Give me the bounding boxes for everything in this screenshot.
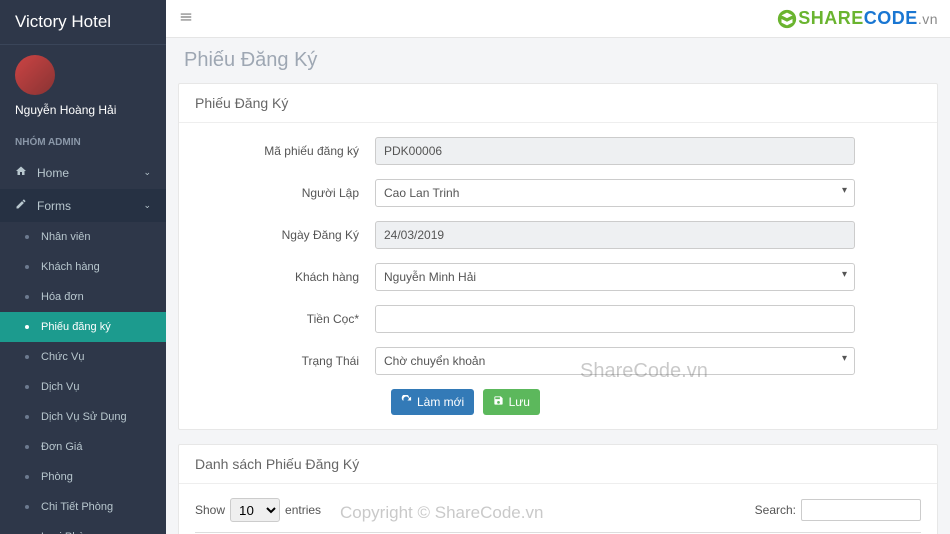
search-label: Search: <box>755 503 796 517</box>
sidebar-item-label: Phòng <box>41 471 73 483</box>
form-card-header: Phiếu Đăng Ký <box>179 84 937 123</box>
dot-icon <box>25 385 29 389</box>
form-card: Phiếu Đăng Ký Mã phiếu đăng ký Người Lập… <box>178 83 938 430</box>
khach-select[interactable] <box>375 263 855 291</box>
dot-icon <box>25 445 29 449</box>
form-row-nguoilap: Người Lập <box>195 179 921 207</box>
page-title: Phiếu Đăng Ký <box>166 38 950 83</box>
sidebar-item-home[interactable]: Home ⌄ <box>0 156 166 189</box>
main-area: SHARECODE.vn Phiếu Đăng Ký Phiếu Đăng Ký… <box>166 0 950 534</box>
dot-icon <box>25 265 29 269</box>
form-label: Người Lập <box>195 186 375 200</box>
sidebar-item-label: Dịch Vụ <box>41 381 80 393</box>
form-card-body: Mã phiếu đăng ký Người Lập Ngày Đăng Ký … <box>179 123 937 429</box>
sidebar-item-forms[interactable]: Forms ⌄ <box>0 189 166 222</box>
dot-icon <box>25 415 29 419</box>
button-label: Lưu <box>509 395 530 409</box>
sidebar-item-label: Phiếu đăng ký <box>41 321 111 333</box>
sidebar-item-chucvu[interactable]: Chức Vụ <box>0 342 166 372</box>
dot-icon <box>25 475 29 479</box>
sidebar-item-label: Khách hàng <box>41 261 100 273</box>
sidebar-item-dongia[interactable]: Đơn Giá <box>0 432 166 462</box>
button-label: Làm mới <box>417 395 464 409</box>
sidebar-item-dichvu[interactable]: Dịch Vụ <box>0 372 166 402</box>
sidebar-item-chitietphong[interactable]: Chi Tiết Phòng <box>0 492 166 522</box>
logo-icon <box>776 8 798 30</box>
sidebar-user: Nguyễn Hoàng Hải <box>0 45 166 129</box>
form-row-ma: Mã phiếu đăng ký <box>195 137 921 165</box>
form-label: Mã phiếu đăng ký <box>195 144 375 158</box>
form-row-khach: Khách hàng <box>195 263 921 291</box>
tiencoc-input[interactable] <box>375 305 855 333</box>
ngay-input[interactable] <box>375 221 855 249</box>
sidebar-item-label: Nhân viên <box>41 231 91 243</box>
nguoilap-select[interactable] <box>375 179 855 207</box>
trangthai-select[interactable] <box>375 347 855 375</box>
form-label: Tiền Cọc* <box>195 312 375 326</box>
sidebar-item-khachhang[interactable]: Khách hàng <box>0 252 166 282</box>
entries-label: entries <box>285 503 321 517</box>
sidebar-item-label: Dịch Vụ Sử Dụng <box>41 411 127 423</box>
sidebar-item-label: Đơn Giá <box>41 441 82 453</box>
logo-text: SHARECODE.vn <box>798 8 938 29</box>
sidebar: Victory Hotel Nguyễn Hoàng Hải NHÓM ADMI… <box>0 0 166 534</box>
form-buttons: Làm mới Lưu <box>195 389 921 415</box>
list-search: Search: <box>755 499 921 521</box>
chevron-down-icon: ⌄ <box>143 200 151 211</box>
sidebar-item-dichvusudung[interactable]: Dịch Vụ Sử Dụng <box>0 402 166 432</box>
sidebar-item-loaiphong[interactable]: Loại Phòng <box>0 522 166 534</box>
search-input[interactable] <box>801 499 921 521</box>
form-row-tiencoc: Tiền Cọc* <box>195 305 921 333</box>
sidebar-item-label: Forms <box>37 199 71 213</box>
sidebar-item-phieudangky[interactable]: Phiếu đăng ký <box>0 312 166 342</box>
dot-icon <box>25 235 29 239</box>
sidebar-item-phong[interactable]: Phòng <box>0 462 166 492</box>
list-controls: Show 10 entries Search: <box>195 498 921 522</box>
form-label: Ngày Đăng Ký <box>195 228 375 242</box>
brand-title: Victory Hotel <box>0 0 166 45</box>
user-name: Nguyễn Hoàng Hải <box>15 103 151 117</box>
list-card-body: Show 10 entries Search: STT▲▼ Mã PDK▲▼ M… <box>179 484 937 534</box>
sidebar-item-label: Home <box>37 166 69 180</box>
menu-toggle-icon[interactable] <box>178 10 194 27</box>
entries-select[interactable]: 10 <box>230 498 280 522</box>
list-card-header: Danh sách Phiếu Đăng Ký <box>179 445 937 484</box>
edit-icon <box>15 198 29 213</box>
dot-icon <box>25 355 29 359</box>
logo: SHARECODE.vn <box>776 8 938 30</box>
chevron-down-icon: ⌄ <box>143 167 151 178</box>
sidebar-section-label: NHÓM ADMIN <box>0 129 166 156</box>
avatar <box>15 55 55 95</box>
show-label: Show <box>195 503 225 517</box>
ma-input[interactable] <box>375 137 855 165</box>
sidebar-item-label: Chi Tiết Phòng <box>41 501 113 513</box>
sidebar-item-label: Hóa đơn <box>41 291 84 303</box>
form-label: Khách hàng <box>195 270 375 284</box>
sidebar-item-label: Chức Vụ <box>41 351 84 363</box>
dot-icon <box>25 505 29 509</box>
list-card: Danh sách Phiếu Đăng Ký Show 10 entries … <box>178 444 938 534</box>
reset-button[interactable]: Làm mới <box>391 389 474 415</box>
sidebar-item-hoadon[interactable]: Hóa đơn <box>0 282 166 312</box>
sidebar-item-nhanvien[interactable]: Nhân viên <box>0 222 166 252</box>
dot-icon <box>25 325 29 329</box>
sidebar-submenu: Nhân viên Khách hàng Hóa đơn Phiếu đăng … <box>0 222 166 534</box>
save-button[interactable]: Lưu <box>483 389 540 415</box>
topbar: SHARECODE.vn <box>166 0 950 38</box>
save-icon <box>493 395 504 409</box>
form-row-trangthai: Trạng Thái <box>195 347 921 375</box>
form-row-ngay: Ngày Đăng Ký <box>195 221 921 249</box>
refresh-icon <box>401 395 412 409</box>
dot-icon <box>25 295 29 299</box>
form-label: Trạng Thái <box>195 354 375 368</box>
home-icon <box>15 165 29 180</box>
